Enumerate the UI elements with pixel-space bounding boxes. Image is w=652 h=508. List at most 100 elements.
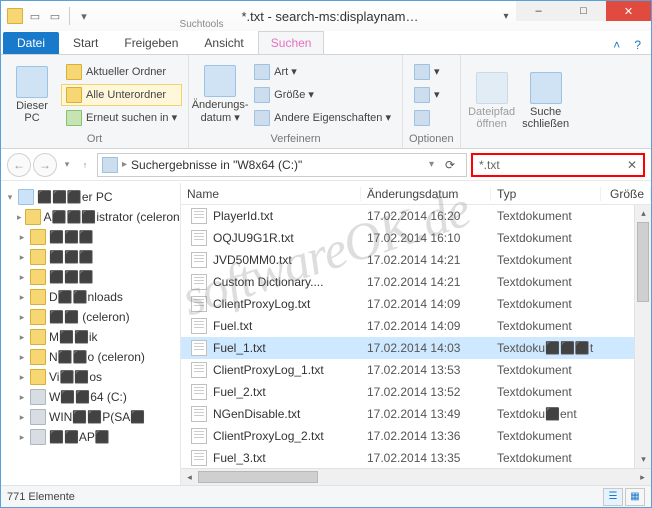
file-name: Fuel_3.txt	[213, 451, 367, 465]
table-row[interactable]: Fuel_1.txt17.02.2014 14:03Textdoku⬛⬛⬛t	[181, 337, 651, 359]
view-large-button[interactable]: ▦	[625, 488, 645, 506]
tree-item[interactable]: ▸⬛⬛⬛	[3, 267, 178, 287]
expand-icon[interactable]: ▸	[17, 232, 27, 243]
file-date: 17.02.2014 13:53	[367, 363, 497, 377]
expand-icon[interactable]: ▸	[17, 372, 27, 383]
table-row[interactable]: PlayerId.txt17.02.2014 16:20Textdokument	[181, 205, 651, 227]
forward-button[interactable]: →	[33, 153, 57, 177]
all-subfolders-button[interactable]: Alle Unterordner	[61, 84, 182, 106]
col-date[interactable]: Änderungsdatum	[361, 187, 491, 201]
tree-item[interactable]: ▸WIN⬛⬛P(SA⬛	[3, 407, 178, 427]
expand-icon[interactable]: ▸	[17, 252, 27, 263]
expand-icon[interactable]: ▸	[17, 212, 22, 223]
date-modified-button[interactable]: Änderungs- datum ▾	[195, 63, 245, 126]
history-dropdown[interactable]: ▾	[59, 153, 75, 177]
file-list-pane: Name Änderungsdatum Typ Größe PlayerId.t…	[181, 183, 651, 485]
expand-icon[interactable]: ▸	[17, 272, 27, 283]
table-row[interactable]: ClientProxyLog.txt17.02.2014 14:09Textdo…	[181, 293, 651, 315]
tree-item-label: M⬛⬛ik	[49, 330, 98, 344]
tab-share[interactable]: Freigeben	[112, 32, 190, 54]
expand-icon[interactable]: ▸	[17, 292, 27, 303]
minimize-button[interactable]: –	[516, 1, 561, 21]
address-bar[interactable]: ▸ Suchergebnisse in "W8x64 (C:)" ▾ ⟳	[97, 153, 467, 177]
address-dropdown[interactable]: ▾	[429, 159, 434, 170]
clear-search-button[interactable]: ✕	[627, 158, 637, 172]
vertical-scrollbar[interactable]: ▴ ▾	[634, 205, 651, 468]
close-button[interactable]: ✕	[606, 1, 651, 21]
qat-properties-icon[interactable]: ▭	[27, 8, 43, 24]
advanced-options-button[interactable]: ▾	[409, 84, 445, 106]
search-tools-contextual-tab[interactable]: Suchtools	[170, 1, 234, 31]
ribbon-help-button[interactable]: ?	[628, 36, 647, 54]
expand-icon[interactable]: ▸	[17, 352, 27, 363]
breadcrumb-sep: ▸	[122, 159, 127, 170]
tree-item[interactable]: ▸N⬛⬛o (celeron)	[3, 347, 178, 367]
tree-item[interactable]: ▾⬛⬛⬛er PC	[3, 187, 178, 207]
table-row[interactable]: Fuel_3.txt17.02.2014 13:35Textdokument	[181, 447, 651, 468]
horizontal-scrollbar[interactable]: ◂ ▸	[181, 468, 651, 485]
this-pc-button[interactable]: Dieser PC	[7, 64, 57, 126]
save-search-button[interactable]	[409, 107, 445, 129]
qat-newfolder-icon[interactable]: ▭	[47, 8, 63, 24]
scroll-down-button[interactable]: ▾	[635, 451, 651, 468]
up-button[interactable]: ↑	[77, 153, 93, 177]
tree-item[interactable]: ▸⬛⬛AP⬛	[3, 427, 178, 447]
scroll-left-button[interactable]: ◂	[181, 469, 198, 486]
qat-customize-icon[interactable]: ▾	[76, 8, 92, 24]
back-button[interactable]: ←	[7, 153, 31, 177]
scroll-thumb-h[interactable]	[198, 471, 318, 483]
size-button[interactable]: Größe ▾	[249, 84, 396, 106]
expand-icon[interactable]: ▾	[5, 192, 15, 203]
recent-searches-button[interactable]: ▾	[409, 61, 445, 83]
close-search-button[interactable]: Suche schließen	[521, 70, 571, 132]
ribbon-collapse-button[interactable]: ˄	[607, 36, 626, 54]
scroll-up-button[interactable]: ▴	[635, 205, 651, 222]
file-rows: PlayerId.txt17.02.2014 16:20Textdokument…	[181, 205, 651, 468]
expand-icon[interactable]: ▸	[17, 412, 27, 423]
table-row[interactable]: Fuel_2.txt17.02.2014 13:52Textdokument	[181, 381, 651, 403]
current-folder-button[interactable]: Aktueller Ordner	[61, 61, 182, 83]
table-row[interactable]: Fuel.txt17.02.2014 14:09Textdokument	[181, 315, 651, 337]
file-type: Textdoku⬛ent	[497, 407, 607, 421]
other-properties-button[interactable]: Andere Eigenschaften ▾	[249, 107, 396, 129]
tab-start[interactable]: Start	[61, 32, 110, 54]
title-dropdown-button[interactable]: ▾	[496, 1, 516, 31]
table-row[interactable]: NGenDisable.txt17.02.2014 13:49Textdoku⬛…	[181, 403, 651, 425]
file-tab[interactable]: Datei	[3, 32, 59, 54]
tree-item[interactable]: ▸Vi⬛⬛os	[3, 367, 178, 387]
maximize-button[interactable]: □	[561, 1, 606, 21]
search-input[interactable]: *.txt ✕	[471, 153, 645, 177]
scroll-right-button[interactable]: ▸	[634, 469, 651, 486]
expand-icon[interactable]: ▸	[17, 392, 27, 403]
expand-icon[interactable]: ▸	[17, 332, 27, 343]
tree-item[interactable]: ▸⬛⬛⬛	[3, 247, 178, 267]
search-again-button[interactable]: Erneut suchen in ▾	[61, 107, 182, 129]
view-details-button[interactable]: ☰	[603, 488, 623, 506]
table-row[interactable]: Custom Dictionary....17.02.2014 14:21Tex…	[181, 271, 651, 293]
tree-item[interactable]: ▸W⬛⬛64 (C:)	[3, 387, 178, 407]
refresh-button[interactable]: ⟳	[438, 153, 462, 177]
file-type: Textdoku⬛⬛⬛t	[497, 341, 607, 355]
table-row[interactable]: ClientProxyLog_2.txt17.02.2014 13:36Text…	[181, 425, 651, 447]
all-subfolders-label: Alle Unterordner	[86, 89, 166, 101]
drive-icon	[30, 409, 46, 425]
tree-item[interactable]: ▸A⬛⬛⬛istrator (celeron	[3, 207, 178, 227]
tree-item[interactable]: ▸ M⬛⬛ik	[3, 327, 178, 347]
expand-icon[interactable]: ▸	[17, 432, 27, 443]
table-row[interactable]: JVD50MM0.txt17.02.2014 14:21Textdokument	[181, 249, 651, 271]
col-name[interactable]: Name	[181, 187, 361, 201]
tab-search[interactable]: Suchen	[258, 31, 325, 54]
tree-item[interactable]: ▸D⬛⬛nloads	[3, 287, 178, 307]
col-type[interactable]: Typ	[491, 187, 601, 201]
navigation-tree[interactable]: ▾⬛⬛⬛er PC▸A⬛⬛⬛istrator (celeron▸⬛⬛⬛▸⬛⬛⬛▸…	[1, 183, 181, 485]
table-row[interactable]: OQJU9G1R.txt17.02.2014 16:10Textdokument	[181, 227, 651, 249]
scroll-thumb-v[interactable]	[637, 222, 649, 302]
tree-item[interactable]: ▸⬛⬛ (celeron)	[3, 307, 178, 327]
expand-icon[interactable]: ▸	[17, 312, 27, 323]
table-row[interactable]: ClientProxyLog_1.txt17.02.2014 13:53Text…	[181, 359, 651, 381]
tree-item[interactable]: ▸⬛⬛⬛	[3, 227, 178, 247]
tab-view[interactable]: Ansicht	[192, 32, 255, 54]
col-size[interactable]: Größe	[601, 187, 651, 201]
kind-button[interactable]: Art ▾	[249, 61, 396, 83]
file-type: Textdokument	[497, 319, 607, 333]
